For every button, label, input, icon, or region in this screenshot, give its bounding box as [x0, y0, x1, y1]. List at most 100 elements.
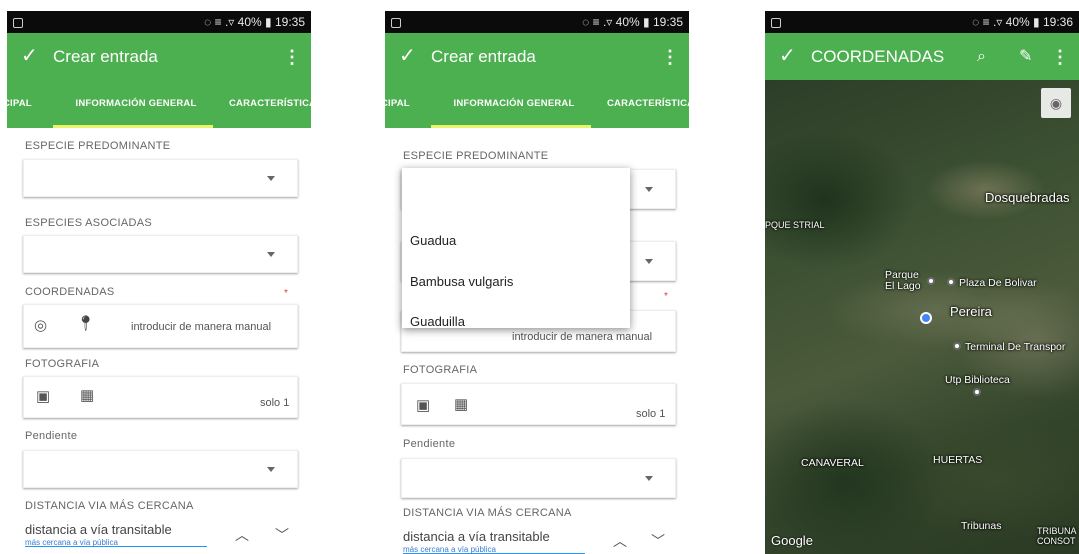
tab-indicator [431, 125, 591, 128]
image-gallery-icon[interactable]: ▦ [454, 396, 468, 414]
status-bar: ◌ ≡ .▿ 40% ▮ 19:35 [385, 11, 689, 33]
status-time: 19:35 [274, 15, 305, 29]
tab-caracteristicas[interactable]: CARACTERÍSTICA [607, 80, 689, 128]
dropdown-option[interactable]: Bambusa vulgaris [410, 274, 513, 289]
tab-indicator [53, 125, 213, 128]
photo-box: ▣ ▦ solo 1 [23, 376, 298, 418]
coordinates-box: ◎ 📍︎ introducir de manera manual [23, 304, 298, 348]
select-pendiente[interactable] [401, 458, 676, 498]
tab-caracteristicas[interactable]: CARACTERÍSTICA [229, 80, 311, 128]
input-underline [25, 546, 207, 547]
gps-target-icon[interactable]: ◎ [34, 317, 47, 335]
dropdown-arrow-icon [267, 467, 275, 472]
phone-screen-map: ◌ ≡ .▿ 40% ▮ 19:36 ✓ COORDENADAS ⌕ ✎ ⋮ P… [765, 11, 1079, 554]
status-indicators: ◌ ≡ .▿ 40% ▮ [582, 15, 650, 29]
map-label-dosquebradas: Dosquebradas [985, 190, 1070, 205]
check-icon[interactable]: ✓ [399, 44, 416, 68]
map-label-parque-lago: Parque El Lago [885, 269, 921, 292]
poi-marker[interactable] [927, 277, 935, 285]
chevron-down-icon[interactable]: ﹀ [275, 525, 289, 545]
label-especies-asociadas: ESPECIES ASOCIADAS [25, 217, 153, 229]
chevron-down-icon[interactable]: ﹀ [651, 531, 665, 551]
feedback-icon[interactable]: ✎ [1019, 45, 1032, 69]
dropdown-arrow-icon [267, 176, 275, 181]
phone-screen-form: ◌ ≡ .▿ 40% ▮ 19:35 ✓ Crear entrada ⋮ CIP… [7, 11, 311, 554]
chevron-up-icon[interactable]: ︿ [235, 525, 249, 545]
app-bar: ✓ Crear entrada ⋮ [7, 33, 311, 80]
distancia-input[interactable]: distancia a vía transitable [25, 522, 172, 537]
label-distancia: DISTANCIA VIA MÁS CERCANA [25, 500, 194, 512]
status-time: 19:36 [1042, 15, 1073, 29]
satellite-map[interactable]: PQUE STRIAL Dosquebradas Parque El Lago … [765, 80, 1079, 554]
distancia-input[interactable]: distancia a vía transitable [403, 529, 550, 544]
dropdown-arrow-icon [645, 187, 653, 192]
map-label-pereira: Pereira [950, 304, 992, 319]
map-label-huertas: HUERTAS [933, 454, 983, 466]
map-label-tribunas: Tribunas [961, 520, 1002, 532]
tab-informacion-general[interactable]: INFORMACIÓN GENERAL [61, 80, 211, 128]
check-icon[interactable]: ✓ [21, 44, 38, 68]
search-icon[interactable]: ⌕ [977, 45, 986, 69]
more-vert-icon[interactable]: ⋮ [661, 45, 679, 69]
app-bar: ✓ COORDENADAS ⌕ ✎ ⋮ [765, 33, 1079, 80]
tab-principal[interactable]: CIPAL [385, 80, 410, 128]
more-vert-icon[interactable]: ⋮ [283, 45, 301, 69]
screenshot-icon [391, 11, 401, 33]
dropdown-arrow-icon [645, 476, 653, 481]
select-especie-predominante[interactable] [23, 159, 298, 197]
map-label-utp-biblioteca: Utp Biblioteca [945, 374, 1010, 386]
manual-entry-link[interactable]: introducir de manera manual [131, 321, 271, 333]
map-label-plaza-bolivar: Plaza De Bolivar [959, 277, 1037, 289]
manual-entry-link[interactable]: introducir de manera manual [512, 331, 652, 343]
screenshot-icon [13, 11, 23, 33]
check-icon[interactable]: ✓ [779, 44, 796, 68]
status-bar: ◌ ≡ .▿ 40% ▮ 19:35 [7, 11, 311, 33]
dropdown-option[interactable]: Guadua [410, 233, 456, 248]
poi-marker[interactable] [973, 388, 981, 396]
map-label-terminal: Terminal De Transpor [965, 341, 1066, 353]
photo-box: ▣ ▦ solo 1 [401, 383, 676, 425]
dropdown-arrow-icon [645, 259, 653, 264]
label-fotografia: FOTOGRAFIA [25, 358, 100, 370]
label-especie-predominante: ESPECIE PREDOMINANTE [25, 140, 171, 152]
dropdown-arrow-icon [267, 252, 275, 257]
status-bar: ◌ ≡ .▿ 40% ▮ 19:36 [765, 11, 1079, 33]
page-title: Crear entrada [431, 47, 536, 66]
photo-limit: solo 1 [636, 408, 666, 420]
page-title: Crear entrada [53, 47, 158, 66]
label-fotografia: FOTOGRAFIA [403, 364, 478, 376]
tab-informacion-general[interactable]: INFORMACIÓN GENERAL [439, 80, 589, 128]
select-pendiente[interactable] [23, 450, 298, 488]
screenshot-icon [771, 11, 781, 33]
camera-icon[interactable]: ▣ [416, 397, 430, 415]
dropdown-option[interactable]: Guaduilla [410, 314, 465, 329]
map-pin-icon[interactable]: 📍︎ [76, 315, 95, 333]
current-location-dot [920, 312, 932, 324]
tab-bar: CIPAL INFORMACIÓN GENERAL CARACTERÍSTICA [7, 80, 311, 128]
label-pendiente: Pendiente [25, 430, 78, 442]
required-mark: * [284, 288, 288, 299]
map-layers-button[interactable]: ◉ [1041, 88, 1071, 118]
image-gallery-icon[interactable]: ▦ [80, 387, 94, 405]
status-indicators: ◌ ≡ .▿ 40% ▮ [204, 15, 272, 29]
especie-dropdown-menu: Guadua Bambusa vulgaris Guaduilla [402, 168, 630, 329]
label-distancia: DISTANCIA VIA MÁS CERCANA [403, 507, 572, 519]
required-mark: * [664, 291, 668, 302]
photo-limit: solo 1 [260, 397, 290, 409]
status-indicators: ◌ ≡ .▿ 40% ▮ [972, 15, 1040, 29]
status-time: 19:35 [652, 15, 683, 29]
chevron-up-icon[interactable]: ︿ [613, 531, 627, 551]
label-pendiente: Pendiente [403, 438, 456, 450]
map-label-tribunas-consota: TRIBUNA CONSOT [1037, 526, 1077, 546]
select-especies-asociadas[interactable] [23, 235, 298, 273]
poi-marker[interactable] [947, 278, 955, 286]
map-label-canaveral: CANAVERAL [801, 457, 864, 469]
camera-icon[interactable]: ▣ [36, 388, 50, 406]
poi-marker[interactable] [953, 342, 961, 350]
more-vert-icon[interactable]: ⋮ [1051, 45, 1069, 69]
tab-principal[interactable]: CIPAL [7, 80, 32, 128]
phone-screen-dropdown: ◌ ≡ .▿ 40% ▮ 19:35 ✓ Crear entrada ⋮ CIP… [385, 11, 689, 554]
tab-bar: CIPAL INFORMACIÓN GENERAL CARACTERÍSTICA [385, 80, 689, 128]
page-title: COORDENADAS [811, 47, 945, 66]
label-especie-predominante: ESPECIE PREDOMINANTE [403, 150, 549, 162]
